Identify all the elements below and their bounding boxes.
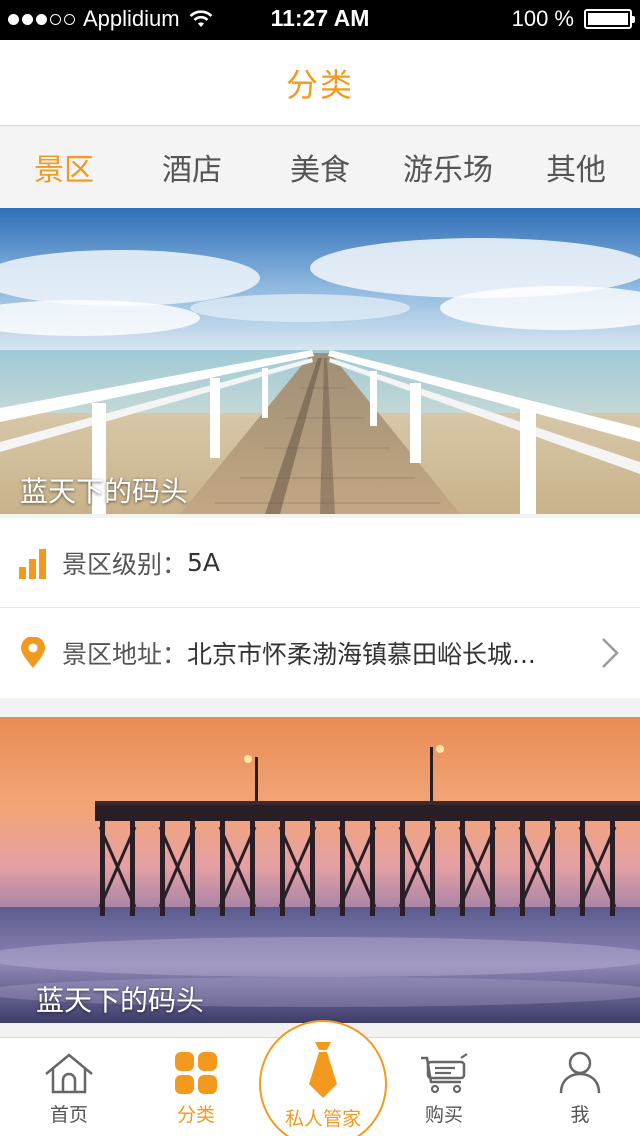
- navigation-bar: 分类: [0, 40, 640, 126]
- level-bars-icon: [18, 547, 48, 579]
- scenic-card-image-2[interactable]: 蓝天下的码头: [0, 717, 640, 1023]
- address-label: 景区地址：: [62, 640, 188, 669]
- battery-icon: [584, 9, 635, 29]
- status-bar: Applidium 11:27 AM 100 %: [0, 0, 640, 40]
- level-value: 5A: [187, 548, 221, 577]
- battery-status: 100 %: [511, 6, 635, 32]
- home-icon: [5, 1038, 133, 1096]
- tabbar-category[interactable]: 分类: [132, 1038, 260, 1136]
- tab-hotel[interactable]: 酒店: [128, 145, 256, 189]
- tabbar-buy-label: 购买: [424, 1104, 463, 1126]
- tabbar-home[interactable]: 首页: [5, 1038, 133, 1136]
- sunset-pier-photo: [0, 717, 640, 1023]
- location-pin-icon: [18, 637, 48, 669]
- tabbar-category-label: 分类: [176, 1104, 215, 1126]
- scenic-address-row[interactable]: 景区地址： 北京市怀柔渤海镇慕田峪长城...: [0, 608, 640, 698]
- tab-amusement-park[interactable]: 游乐场: [384, 145, 512, 189]
- level-label: 景区级别：: [62, 549, 188, 579]
- scenic-card-image[interactable]: 蓝天下的码头: [0, 208, 640, 514]
- shopping-cart-icon: [380, 1038, 508, 1096]
- scenic-level-row: 景区级别： 5A: [0, 518, 640, 608]
- scenic-caption-2: 蓝天下的码头: [36, 984, 205, 1017]
- user-icon: [516, 1038, 640, 1096]
- private-butler-label: 私人管家: [284, 1108, 361, 1130]
- category-grid-icon: [132, 1038, 260, 1096]
- tabbar-me[interactable]: 我: [516, 1038, 640, 1136]
- tab-other[interactable]: 其他: [512, 145, 640, 189]
- chevron-right-icon: [602, 638, 619, 668]
- scenic-caption: 蓝天下的码头: [20, 475, 189, 508]
- tab-scenic[interactable]: 景区: [0, 145, 128, 189]
- address-value: 北京市怀柔渤海镇慕田峪长城...: [187, 640, 536, 669]
- tabbar-home-label: 首页: [49, 1104, 88, 1126]
- page-title: 分类: [285, 65, 354, 104]
- battery-percent: 100 %: [511, 6, 574, 31]
- pier-photo: [0, 208, 640, 514]
- private-butler-button[interactable]: 私人管家: [259, 1020, 387, 1136]
- tab-food[interactable]: 美食: [256, 145, 384, 189]
- tabbar-me-label: 我: [570, 1104, 590, 1126]
- tabbar-buy[interactable]: 购买: [380, 1038, 508, 1136]
- category-tabs: 景区 酒店 美食 游乐场 其他: [0, 127, 640, 207]
- necktie-icon: [309, 1042, 337, 1098]
